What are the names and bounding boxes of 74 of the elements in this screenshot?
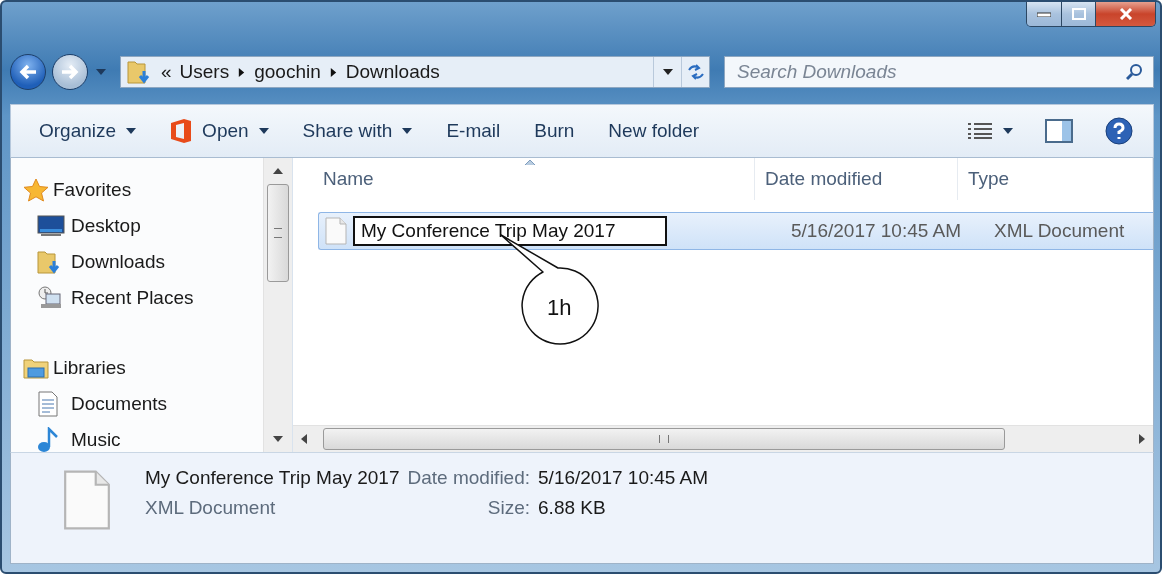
maximize-icon bbox=[1071, 8, 1086, 20]
arrow-right-icon bbox=[60, 63, 80, 81]
details-label: Size: bbox=[486, 497, 531, 519]
music-note-icon bbox=[37, 427, 59, 452]
column-header[interactable]: Type bbox=[958, 158, 1153, 200]
sidebar-item[interactable]: Music bbox=[23, 422, 121, 452]
column-header[interactable]: Date modified bbox=[755, 158, 958, 200]
details-view-icon bbox=[967, 122, 993, 140]
search-field[interactable]: Search Downloads bbox=[724, 56, 1154, 88]
sidebar-item[interactable]: Downloads bbox=[23, 244, 165, 280]
view-options-button[interactable] bbox=[965, 120, 1015, 142]
details-value: 5/16/2017 10:45 AM bbox=[538, 467, 709, 489]
caret-icon bbox=[299, 434, 309, 444]
arrow-left-icon bbox=[18, 63, 38, 81]
sidebar-item[interactable]: Libraries bbox=[23, 350, 126, 386]
forward-button[interactable] bbox=[52, 54, 88, 90]
document-icon bbox=[37, 391, 59, 417]
sort-ascending-icon bbox=[523, 158, 536, 166]
sidebar-item[interactable]: Recent Places bbox=[23, 280, 194, 316]
sidebar-item[interactable]: Documents bbox=[23, 386, 168, 422]
rename-field[interactable]: My Conference Trip May 2017 bbox=[353, 216, 667, 246]
separator-icon bbox=[328, 67, 338, 77]
breadcrumb[interactable]: « bbox=[161, 61, 172, 83]
column-header[interactable]: Name bbox=[293, 158, 755, 200]
toolbar-button[interactable]: Share with bbox=[302, 114, 413, 148]
details-value: 6.88 KB bbox=[538, 497, 607, 519]
details-file-type: XML Document bbox=[145, 497, 277, 519]
scrollbar-thumb[interactable] bbox=[267, 184, 289, 282]
monitor-icon bbox=[37, 215, 65, 237]
separator-icon bbox=[237, 67, 247, 77]
toolbar-button[interactable]: Burn bbox=[534, 114, 575, 148]
sidebar-item[interactable]: Favorites bbox=[23, 172, 132, 208]
preview-pane-icon bbox=[1045, 119, 1073, 143]
sidebar-item[interactable]: Desktop bbox=[23, 208, 141, 244]
caret-icon bbox=[96, 67, 106, 77]
caret-icon bbox=[273, 434, 283, 444]
callout-label: 1h bbox=[547, 295, 572, 321]
back-button[interactable] bbox=[10, 54, 46, 90]
toolbar-button[interactable]: Open bbox=[170, 112, 269, 150]
type-cell-text: XML Document bbox=[993, 220, 1126, 242]
breadcrumb[interactable]: goochin bbox=[254, 61, 321, 83]
minimize-button[interactable] bbox=[1027, 2, 1061, 26]
recent-places-icon bbox=[37, 286, 63, 310]
caret-icon bbox=[1003, 126, 1013, 136]
breadcrumb[interactable]: Downloads bbox=[345, 61, 440, 83]
caret-icon bbox=[273, 166, 283, 176]
date-cell-text: 5/16/2017 10:45 AM bbox=[790, 220, 963, 242]
toolbar-button[interactable]: E-mail bbox=[446, 114, 501, 148]
toolbar-button[interactable]: Organize bbox=[39, 114, 137, 148]
help-button[interactable] bbox=[1103, 115, 1135, 147]
toolbar-button[interactable]: New folder bbox=[608, 114, 700, 148]
caret-icon bbox=[402, 126, 413, 136]
file-icon bbox=[325, 217, 347, 245]
caret-icon bbox=[258, 126, 269, 136]
search-icon bbox=[1126, 63, 1144, 81]
help-icon bbox=[1105, 117, 1133, 145]
details-label: Date modified: bbox=[407, 467, 531, 489]
library-icon bbox=[23, 356, 49, 380]
star-icon bbox=[23, 178, 49, 202]
caret-icon bbox=[126, 126, 137, 136]
preview-pane-button[interactable] bbox=[1043, 117, 1075, 145]
refresh-icon bbox=[685, 63, 706, 81]
caret-icon bbox=[662, 67, 673, 77]
address-bar[interactable]: « Users goochin Downloads bbox=[120, 56, 710, 88]
file-row[interactable]: My Conference Trip May 2017 5/16/2017 10:45 AM XML Document bbox=[318, 212, 1153, 250]
caret-icon bbox=[1137, 434, 1147, 444]
details-file-name: My Conference Trip May 2017 bbox=[145, 467, 400, 489]
breadcrumb[interactable]: Users bbox=[179, 61, 230, 83]
close-button[interactable] bbox=[1095, 2, 1155, 26]
minimize-icon bbox=[1037, 11, 1051, 17]
maximize-button[interactable] bbox=[1061, 2, 1095, 26]
scrollbar-thumb[interactable] bbox=[323, 428, 1005, 450]
office-icon bbox=[170, 118, 193, 144]
close-icon bbox=[1118, 8, 1133, 20]
